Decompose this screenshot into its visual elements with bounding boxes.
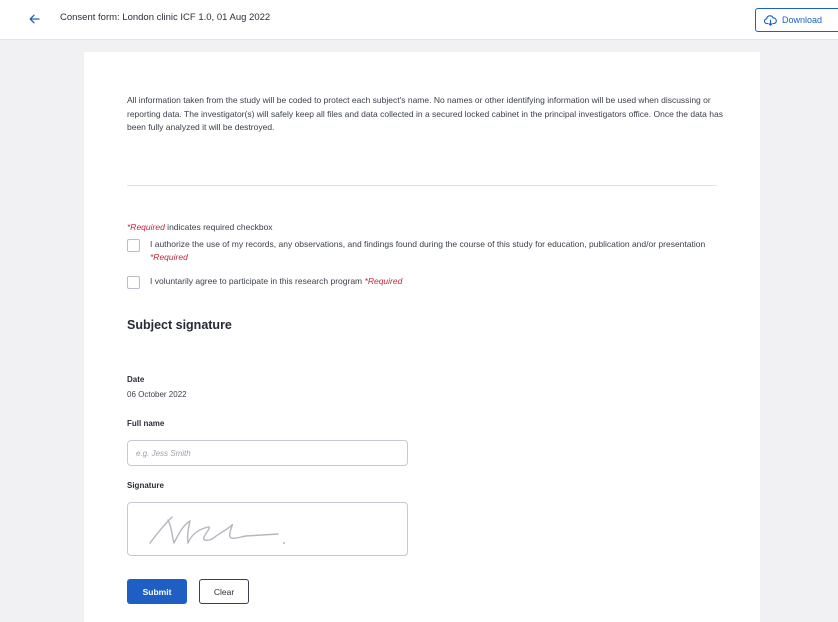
cloud-download-icon	[764, 14, 777, 26]
signature-drawing	[149, 516, 285, 544]
consent-checkbox-row-records: I authorize the use of my records, any o…	[127, 238, 707, 263]
consent-form-card: All information taken from the study wil…	[84, 52, 760, 622]
required-note: *Required indicates required checkbox	[127, 222, 273, 232]
divider	[127, 185, 717, 186]
signature-label: Signature	[127, 481, 164, 490]
full-name-input[interactable]	[127, 440, 408, 466]
page-title: Consent form: London clinic ICF 1.0, 01 …	[60, 12, 271, 23]
date-label: Date	[127, 375, 145, 384]
clear-button[interactable]: Clear	[199, 579, 249, 604]
checkbox-label: I authorize the use of my records, any o…	[150, 239, 706, 262]
date-value: 06 October 2022	[127, 390, 187, 399]
intro-paragraph: All information taken from the study wil…	[127, 95, 723, 132]
required-marker: *Required	[364, 276, 403, 286]
arrow-left-icon	[29, 14, 40, 24]
submit-button[interactable]: Submit	[127, 579, 187, 604]
back-button[interactable]	[26, 11, 42, 27]
checkbox-authorize-records[interactable]	[127, 239, 140, 252]
download-button[interactable]: Download	[755, 8, 838, 32]
required-marker: *Required	[127, 222, 165, 232]
checkbox-voluntary-participation[interactable]	[127, 276, 140, 289]
consent-checkbox-row-participate: I voluntarily agree to participate in th…	[127, 275, 707, 289]
checkbox-label: I voluntarily agree to participate in th…	[150, 276, 403, 286]
signature-pad[interactable]	[127, 502, 408, 556]
full-name-label: Full name	[127, 419, 165, 428]
download-label: Download	[782, 15, 823, 25]
top-bar: Consent form: London clinic ICF 1.0, 01 …	[0, 0, 838, 40]
section-title: Subject signature	[127, 318, 232, 332]
required-marker: *Required	[150, 251, 188, 262]
required-note-text: indicates required checkbox	[164, 222, 273, 232]
